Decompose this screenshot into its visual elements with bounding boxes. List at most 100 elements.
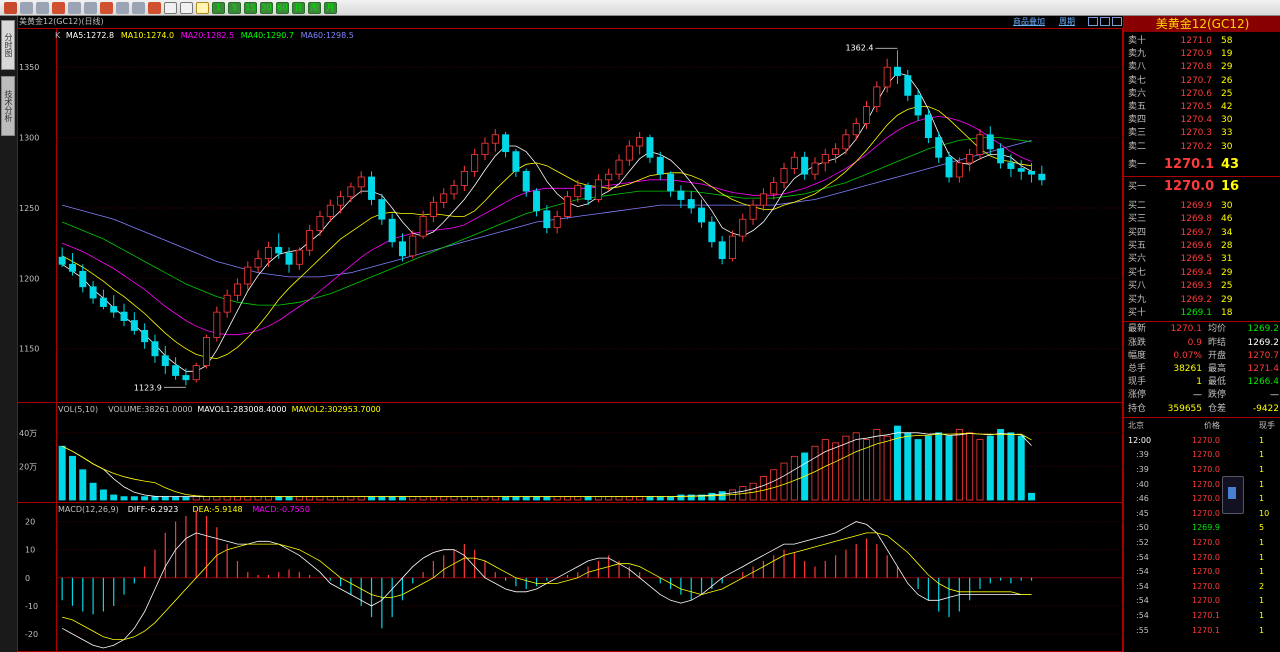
stat-label: 现手	[1128, 377, 1147, 388]
candle	[316, 216, 324, 231]
candles-icon[interactable]	[196, 1, 209, 14]
bid1-row[interactable]: 买一 1270.0 16	[1124, 178, 1280, 196]
candle	[553, 216, 561, 229]
candle	[636, 137, 644, 147]
ask-row[interactable]: 卖十 1271.0 58	[1124, 35, 1280, 48]
candle	[58, 256, 66, 265]
stat-label: 涨停	[1128, 390, 1147, 401]
bid-row[interactable]: 买六 1269.5 31	[1124, 253, 1280, 266]
ask-row[interactable]: 卖七 1270.7 26	[1124, 75, 1280, 88]
ask1-row[interactable]: 卖一 1270.1 43	[1124, 156, 1280, 174]
ask-row[interactable]: 卖八 1270.8 29	[1124, 61, 1280, 74]
forward-icon[interactable]	[36, 1, 49, 14]
period-day-icon[interactable]: 日	[292, 1, 305, 14]
bid-row[interactable]: 买三 1269.8 46	[1124, 213, 1280, 226]
zoom-out-icon[interactable]	[84, 1, 97, 14]
candle	[1017, 168, 1025, 172]
period-15m-icon[interactable]: 15	[244, 1, 257, 14]
pen-icon[interactable]	[116, 1, 129, 14]
period-week-icon[interactable]: 周	[308, 1, 321, 14]
news-icon[interactable]	[180, 1, 193, 14]
candle	[574, 185, 582, 198]
ask-row[interactable]: 卖九 1270.9 19	[1124, 48, 1280, 61]
macd-dea-line	[62, 532, 1032, 640]
bid-volume: 29	[1221, 267, 1233, 278]
bid-label: 买九	[1128, 294, 1147, 305]
candle	[832, 148, 840, 155]
bid-price: 1269.5	[1180, 254, 1213, 265]
home-icon[interactable]	[4, 1, 17, 14]
period-30m-icon[interactable]: 30	[260, 1, 273, 14]
bid-row[interactable]: 买十 1269.1 18	[1124, 307, 1280, 320]
ma-legend-item: K	[55, 31, 61, 40]
bid-row[interactable]: 买二 1269.9 30	[1124, 200, 1280, 213]
candle	[471, 154, 479, 172]
volume-bar	[151, 496, 159, 501]
volume-bar	[935, 432, 943, 501]
copy-icon[interactable]	[100, 1, 113, 14]
macd-axis-label: -20	[25, 630, 38, 639]
bid-volume: 46	[1221, 214, 1233, 225]
chart-frame	[17, 28, 1123, 652]
stat-value: 1	[1196, 377, 1202, 388]
ask-label: 卖八	[1128, 62, 1147, 73]
volume-bar	[398, 496, 406, 501]
candle	[213, 311, 221, 338]
ask-row[interactable]: 卖二 1270.2 30	[1124, 141, 1280, 154]
candle	[904, 75, 912, 96]
ask-row[interactable]: 卖六 1270.6 25	[1124, 88, 1280, 101]
macd-legend-item: MACD(12,26,9)	[58, 505, 119, 514]
volume-bar	[780, 462, 788, 501]
filter-icon[interactable]	[148, 1, 161, 14]
ask-row[interactable]: 卖四 1270.4 30	[1124, 114, 1280, 127]
period-60m-icon[interactable]: 60	[276, 1, 289, 14]
bid-row[interactable]: 买五 1269.6 28	[1124, 240, 1280, 253]
ask-row[interactable]: 卖三 1270.3 33	[1124, 127, 1280, 140]
ask-row[interactable]: 卖五 1270.5 42	[1124, 101, 1280, 114]
refresh-icon[interactable]	[52, 1, 65, 14]
tick-header-location: 北京	[1128, 420, 1144, 430]
ask-price: 1270.3	[1180, 128, 1213, 139]
volume-bar	[68, 455, 76, 501]
candle	[708, 221, 716, 243]
bid-row[interactable]: 买四 1269.7 34	[1124, 227, 1280, 240]
candle	[966, 154, 974, 164]
back-icon[interactable]	[20, 1, 33, 14]
bid-price: 1269.4	[1180, 267, 1213, 278]
tab-technical[interactable]: 技术分析	[1, 76, 15, 136]
bid-label: 买六	[1128, 254, 1147, 265]
period-month-icon[interactable]: 月	[324, 1, 337, 14]
zoom-in-icon[interactable]	[68, 1, 81, 14]
volume-bar	[904, 432, 912, 501]
search-icon[interactable]	[132, 1, 145, 14]
macd-axis-label: 0	[25, 574, 30, 583]
candle	[254, 258, 262, 268]
stat-label: 最高	[1208, 364, 1227, 374]
period-30m-label: 30	[261, 3, 272, 12]
candle	[759, 193, 767, 206]
chart-svg[interactable]: 1350 1300 1250 1200 1150 K MA5:1272.8 MA10:1274…	[17, 16, 1123, 652]
period-5m-icon[interactable]: 5	[228, 1, 241, 14]
tab-intraday[interactable]: 分时图	[1, 20, 15, 70]
bid-row[interactable]: 买七 1269.4 29	[1124, 267, 1280, 280]
ask-label: 卖十	[1128, 36, 1147, 46]
table-icon[interactable]	[164, 1, 177, 14]
ask-price: 1270.6	[1180, 88, 1213, 99]
volume-bar	[450, 496, 458, 501]
bid-row[interactable]: 买八 1269.3 25	[1124, 280, 1280, 293]
chart-area[interactable]: 美黄金12(GC12)(日线) 商品叠加 周期 1350 1300 1250 1200…	[17, 16, 1123, 652]
candle	[687, 199, 695, 209]
candle	[852, 123, 860, 136]
phone-icon[interactable]	[1222, 476, 1244, 514]
volume-bar	[141, 496, 149, 501]
tick-row: :55 1270.1 1	[1124, 624, 1280, 639]
period-1m-icon[interactable]: 1	[212, 1, 225, 14]
macd-axis-label: 10	[25, 546, 35, 555]
ask-price: 1270.8	[1180, 62, 1213, 73]
bid-row[interactable]: 买九 1269.2 29	[1124, 294, 1280, 307]
volume-bar	[832, 442, 840, 501]
ask-volume: 42	[1221, 102, 1233, 112]
tick-price: 1269.9	[1192, 523, 1220, 533]
price-axis-label: 1350	[19, 63, 39, 72]
volume-bar	[543, 496, 551, 501]
